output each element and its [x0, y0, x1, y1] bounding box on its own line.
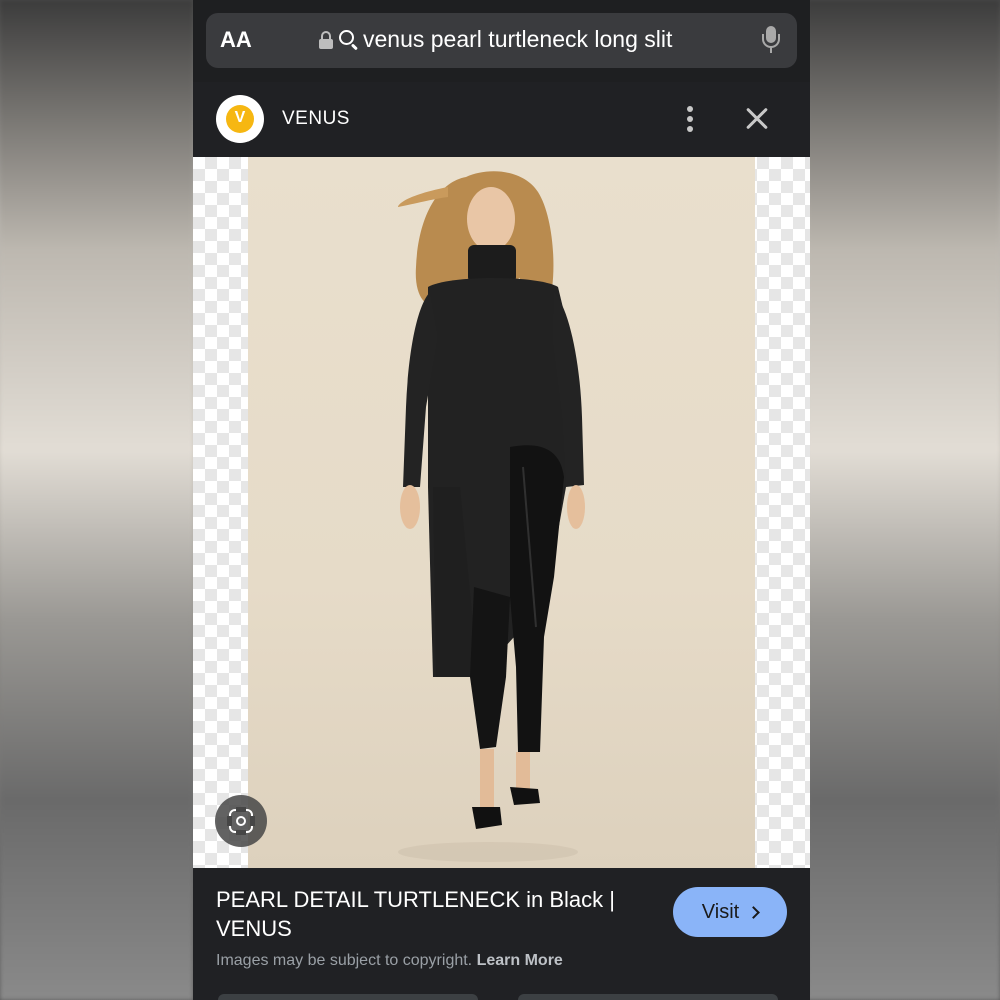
result-title[interactable]: PEARL DETAIL TURTLENECK in Black | VENUS — [216, 885, 636, 943]
more-options-icon[interactable] — [686, 106, 694, 132]
model-illustration — [398, 171, 585, 862]
close-icon[interactable] — [745, 107, 769, 131]
site-logo[interactable]: V — [216, 95, 264, 143]
microphone-icon[interactable] — [761, 26, 781, 56]
backdrop-left — [0, 0, 193, 1000]
site-header: V VENUS — [193, 82, 810, 156]
phone-screen: AA venus pearl turtleneck long slit V VE… — [193, 0, 810, 1000]
backdrop-right — [807, 0, 1000, 1000]
visit-label: Visit — [701, 900, 740, 923]
text-size-button[interactable]: AA — [220, 27, 252, 53]
aa-label: AA — [220, 27, 252, 52]
chevron-right-icon — [747, 905, 761, 919]
search-icon — [339, 30, 359, 51]
lock-icon — [319, 31, 333, 49]
browser-toolbar: AA venus pearl turtleneck long slit — [193, 0, 810, 82]
address-bar[interactable]: AA venus pearl turtleneck long slit — [206, 13, 797, 68]
visit-button[interactable]: Visit — [673, 887, 787, 937]
search-query[interactable]: venus pearl turtleneck long slit — [363, 26, 672, 53]
product-photo[interactable] — [248, 157, 755, 868]
result-info: PEARL DETAIL TURTLENECK in Black | VENUS… — [193, 868, 810, 1000]
copyright-notice: Images may be subject to copyright. Lear… — [216, 952, 563, 970]
learn-more-link[interactable]: Learn More — [477, 952, 563, 969]
site-name[interactable]: VENUS — [282, 108, 350, 130]
google-lens-button[interactable] — [215, 795, 267, 847]
related-results-strip — [218, 994, 778, 1000]
logo-letter: V — [234, 109, 246, 126]
image-viewer — [193, 157, 810, 868]
copyright-text: Images may be subject to copyright. — [216, 952, 473, 969]
